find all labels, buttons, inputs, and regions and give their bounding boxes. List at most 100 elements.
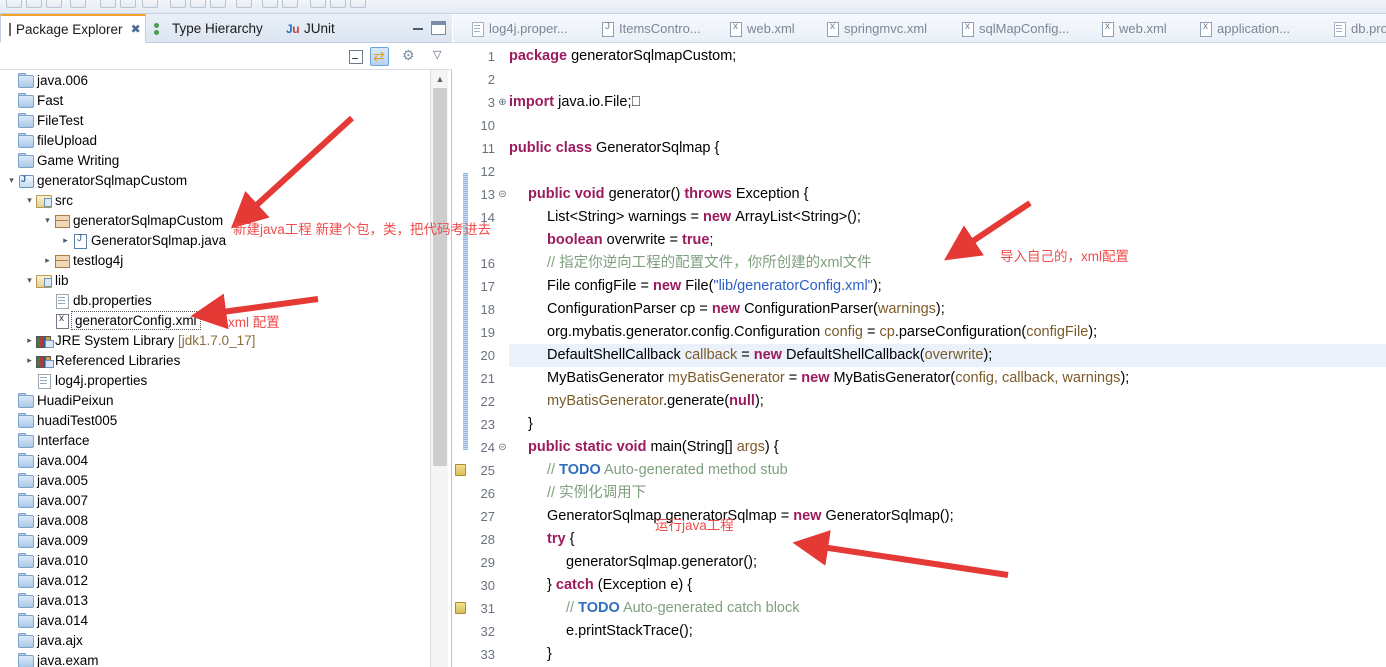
toolbar-icon-new-class[interactable] [210, 0, 226, 8]
code-line[interactable]: public static void main(String[] args) { [528, 436, 779, 459]
tree-item[interactable]: java.008 [0, 510, 430, 530]
tree-item[interactable]: Game Writing [0, 150, 430, 170]
code-line[interactable]: File configFile = new File("lib/generato… [547, 275, 882, 298]
code-line[interactable]: // 指定你逆向工程的配置文件，你所创建的xml文件 [547, 252, 872, 275]
toolbar-icon-last-edit[interactable] [310, 0, 326, 8]
tree-item[interactable]: ▾ generatorSqlmapCustom [0, 170, 430, 190]
fold-toggle-icon[interactable]: ⊝ [497, 183, 508, 206]
code-line[interactable]: generatorSqlmap.generator(); [566, 551, 757, 574]
tree-item[interactable]: java.007 [0, 490, 430, 510]
toolbar-icon-next-annotation[interactable] [262, 0, 278, 8]
editor-tab[interactable]: log4j.proper... [463, 14, 576, 42]
toolbar-icon-print[interactable] [46, 0, 62, 8]
scrollbar-thumb[interactable] [433, 88, 447, 466]
toolbar-icon-build[interactable] [70, 0, 86, 8]
fold-toggle-icon[interactable]: ⊕ [497, 91, 508, 114]
tree-item[interactable]: ▾ lib [0, 270, 430, 290]
tree-item[interactable]: FileTest [0, 110, 430, 130]
toolbar-icon-save[interactable] [26, 0, 42, 8]
view-tab-type-hierarchy[interactable]: Type Hierarchy [146, 14, 271, 43]
code-line[interactable]: // TODO Auto-generated method stub [547, 459, 788, 482]
code-line[interactable]: } [547, 643, 552, 666]
expand-arrow-icon[interactable]: ▸ [42, 255, 53, 266]
code-line[interactable]: boolean overwrite = true; [547, 229, 713, 252]
toolbar-icon-run[interactable] [120, 0, 136, 8]
code-line[interactable]: MyBatisGenerator myBatisGenerator = new … [547, 367, 1129, 390]
scroll-up-icon[interactable]: ▲ [431, 70, 449, 87]
code-line[interactable]: e.printStackTrace(); [566, 620, 693, 643]
tree-item[interactable]: java.006 [0, 70, 430, 90]
tree-item[interactable]: HuadiPeixun [0, 390, 430, 410]
editor-tab[interactable]: web.xml [1093, 14, 1175, 42]
toolbar-icon-forward[interactable] [350, 0, 366, 8]
toolbar-icon-previous-annotation[interactable] [282, 0, 298, 8]
toolbar-icon-search[interactable] [236, 0, 252, 8]
code-line[interactable]: List<String> warnings = new ArrayList<St… [547, 206, 861, 229]
collapse-all-icon[interactable] [346, 47, 365, 66]
close-icon[interactable]: ✖ [131, 22, 141, 36]
tree-item[interactable]: db.properties [0, 290, 430, 310]
toolbar-icon-new-java-project[interactable] [170, 0, 186, 8]
code-line[interactable]: try { [547, 528, 574, 551]
toolbar-icon-external-tools[interactable] [142, 0, 158, 8]
toolbar-icon-new-package[interactable] [190, 0, 206, 8]
code-line[interactable]: public class GeneratorSqlmap { [509, 137, 719, 160]
code-line[interactable]: DefaultShellCallback callback = new Defa… [547, 344, 992, 367]
tree-item[interactable]: ▸ testlog4j [0, 250, 430, 270]
code-line[interactable]: package generatorSqlmapCustom; [509, 45, 736, 68]
editor-tab[interactable]: springmvc.xml [818, 14, 935, 42]
view-tab-junit[interactable]: Ju JUnit [278, 14, 343, 43]
code-line[interactable]: public void generator() throws Exception… [528, 183, 808, 206]
code-line[interactable]: } catch (Exception e) { [547, 574, 692, 597]
tree-item[interactable]: ▸ Referenced Libraries [0, 350, 430, 370]
expand-arrow-icon[interactable]: ▸ [24, 335, 35, 346]
todo-marker-icon[interactable] [455, 464, 466, 476]
tree-item[interactable]: java.005 [0, 470, 430, 490]
code-line[interactable]: import java.io.File;⎕ [509, 91, 640, 114]
expand-arrow-icon[interactable]: ▾ [6, 175, 17, 186]
code-line[interactable]: } [528, 413, 533, 436]
editor-tab[interactable]: db.pro [1325, 14, 1386, 42]
tree-item[interactable]: java.004 [0, 450, 430, 470]
project-tree[interactable]: java.006 Fast FileTest fileUpload Game Writi… [0, 70, 430, 667]
tree-item[interactable]: java.009 [0, 530, 430, 550]
expand-arrow-icon[interactable]: ▸ [60, 235, 71, 246]
tree-item[interactable]: ▾ src [0, 190, 430, 210]
code-line[interactable]: // TODO Auto-generated catch block [566, 597, 799, 620]
tree-item[interactable]: java.exam [0, 650, 430, 667]
code-line[interactable]: GeneratorSqlmap generatorSqlmap = new Ge… [547, 505, 954, 528]
maximize-view-button[interactable] [431, 21, 446, 35]
editor-tab[interactable]: application... [1191, 14, 1298, 42]
tree-item[interactable]: java.013 [0, 590, 430, 610]
tree-item[interactable]: fileUpload [0, 130, 430, 150]
tree-item[interactable]: huadiTest005 [0, 410, 430, 430]
tree-item[interactable]: java.012 [0, 570, 430, 590]
expand-arrow-icon[interactable]: ▸ [24, 355, 35, 366]
tree-item[interactable]: Interface [0, 430, 430, 450]
toolbar-icon-new[interactable] [6, 0, 22, 8]
editor-tab[interactable]: ItemsContro... [593, 14, 709, 42]
tree-item[interactable]: ▸ JRE System Library [jdk1.7.0_17] [0, 330, 430, 350]
tree-item[interactable]: java.014 [0, 610, 430, 630]
tree-item[interactable]: generatorConfig.xml [0, 310, 430, 330]
minimize-view-button[interactable] [411, 21, 426, 35]
expand-arrow-icon[interactable]: ▾ [24, 275, 35, 286]
code-line[interactable]: myBatisGenerator.generate(null); [547, 390, 764, 413]
todo-marker-icon[interactable] [455, 602, 466, 614]
editor-tab[interactable]: sqlMapConfig... [953, 14, 1077, 42]
tree-vertical-scrollbar[interactable]: ▲ [430, 70, 448, 667]
tree-item[interactable]: java.ajx [0, 630, 430, 650]
code-line[interactable]: ConfigurationParser cp = new Configurati… [547, 298, 945, 321]
tree-item[interactable]: java.010 [0, 550, 430, 570]
tree-item[interactable]: Fast [0, 90, 430, 110]
code-line[interactable]: // 实例化调用下 [547, 482, 646, 505]
chevron-down-icon[interactable] [430, 47, 449, 66]
view-tab-package-explorer[interactable]: Package Explorer ✖ [0, 14, 146, 43]
expand-arrow-icon[interactable]: ▾ [24, 195, 35, 206]
toolbar-icon-back[interactable] [330, 0, 346, 8]
editor-tab[interactable]: web.xml [721, 14, 803, 42]
java-source-editor[interactable]: 1 2 3 ⊕ 10 11 12 13 ⊝ 14 16 17 18 19 20 21 22 23 24 ⊝ 25 26 27… [453, 43, 1386, 667]
view-menu-gear-icon[interactable] [400, 47, 419, 66]
link-with-editor-icon[interactable] [370, 47, 389, 66]
fold-toggle-icon[interactable]: ⊝ [497, 436, 508, 459]
